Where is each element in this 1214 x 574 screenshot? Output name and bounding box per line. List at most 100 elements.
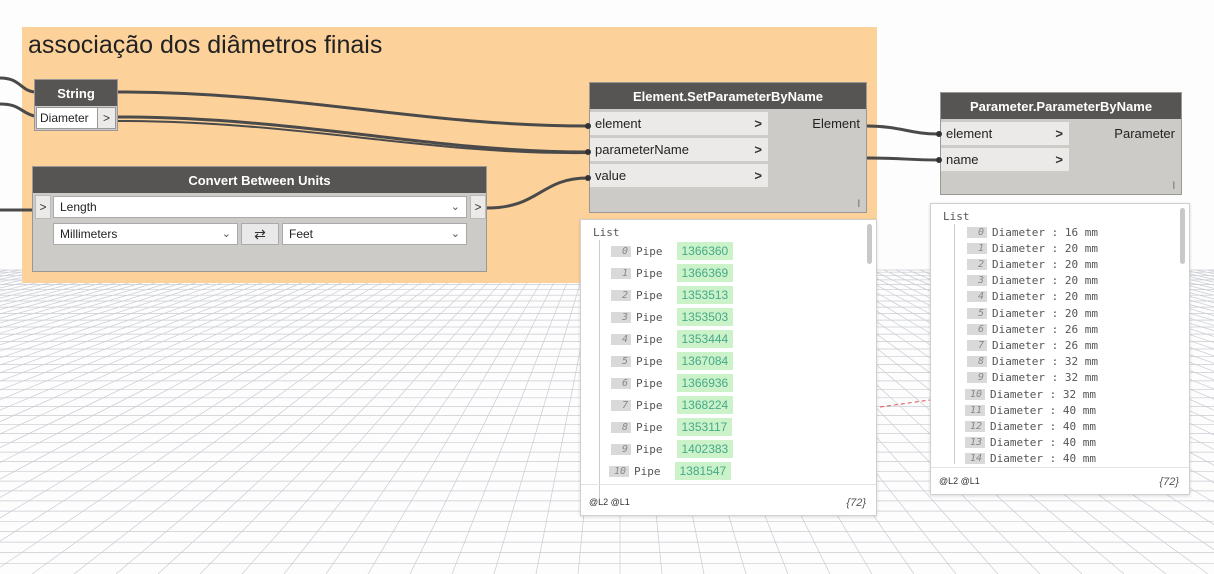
element-type: Pipe <box>636 376 663 390</box>
chevron-right-icon: > <box>1055 126 1063 141</box>
list-index: 14 <box>965 453 985 465</box>
list-index: 1 <box>611 267 631 279</box>
string-output-port[interactable]: > <box>98 107 116 129</box>
string-node-row: > <box>36 107 116 129</box>
list-item: 3 Pipe 1353503 <box>611 308 734 326</box>
chevron-right-icon: > <box>754 116 762 131</box>
group-title[interactable]: associação dos diâmetros finais <box>28 31 382 60</box>
list-item: 4 Diameter : 20 mm <box>967 289 1098 305</box>
element-id: 1353503 <box>676 308 734 326</box>
list-item: 9 Diameter : 32 mm <box>967 370 1098 386</box>
element-type: Pipe <box>636 244 663 258</box>
parameter-value: Diameter : 26 mm <box>992 322 1098 336</box>
list-index: 3 <box>611 311 631 323</box>
parameter-preview-panel[interactable]: List 0 Diameter : 16 mm 1 Diameter : 20 mm 2… <box>930 203 1190 495</box>
element-id: 1381547 <box>674 462 732 480</box>
parameter-value: Diameter : 32 mm <box>990 387 1096 401</box>
element-type: Pipe <box>636 332 663 346</box>
parameter-value: Diameter : 20 mm <box>992 306 1098 320</box>
convert-between-units-node[interactable]: Convert Between Units > Length ⌄ > Milli… <box>32 166 487 272</box>
list-item: 7 Diameter : 26 mm <box>967 337 1098 353</box>
element-type: Pipe <box>636 354 663 368</box>
to-unit-dropdown[interactable]: Feet ⌄ <box>282 223 467 245</box>
from-unit-dropdown[interactable]: Millimeters ⌄ <box>53 223 238 245</box>
list-index: 10 <box>609 465 629 477</box>
list-tree-line <box>954 224 955 464</box>
list-item: 10 Pipe 1381547 <box>609 462 732 480</box>
list-item: 1 Pipe 1366369 <box>611 264 734 282</box>
parambyname-input-element[interactable]: element > <box>941 122 1069 146</box>
port-label: element <box>946 126 993 141</box>
preview-scrollbar[interactable] <box>1180 208 1185 264</box>
parameter-value: Diameter : 20 mm <box>992 274 1098 288</box>
graph-canvas[interactable]: associação dos diâmetros finais String >… <box>0 0 1214 574</box>
list-item: 1 Diameter : 20 mm <box>967 240 1098 256</box>
parameter-value: Diameter : 32 mm <box>992 355 1098 369</box>
list-item: 3 Diameter : 20 mm <box>967 273 1098 289</box>
parameter-by-name-node[interactable]: Parameter.ParameterByName element > name… <box>940 92 1182 195</box>
parameter-value: Diameter : 40 mm <box>990 436 1096 450</box>
chevron-right-icon: > <box>754 168 762 183</box>
element-type: Pipe <box>636 266 663 280</box>
list-index: 0 <box>967 226 987 238</box>
list-count: {72} <box>846 497 866 509</box>
convert-output-port[interactable]: > <box>470 195 486 219</box>
convert-input-port[interactable]: > <box>35 195 51 219</box>
element-id: 1353513 <box>676 286 734 304</box>
preview-separator <box>931 467 1189 468</box>
list-levels: @L2 @L1 <box>589 497 630 507</box>
lacing-indicator: l <box>1172 181 1175 192</box>
list-item: 13 Diameter : 40 mm <box>965 435 1096 451</box>
setparam-input-element[interactable]: element > <box>590 112 768 136</box>
element-type: Pipe <box>636 288 663 302</box>
preview-scrollbar[interactable] <box>867 224 872 264</box>
element-id: 1367084 <box>676 352 734 370</box>
list-item: 8 Diameter : 32 mm <box>967 354 1098 370</box>
list-index: 2 <box>611 289 631 301</box>
element-type: Pipe <box>634 464 661 478</box>
setparam-input-value[interactable]: value > <box>590 164 768 188</box>
set-parameter-by-name-node[interactable]: Element.SetParameterByName element > par… <box>589 82 867 213</box>
list-index: 5 <box>967 307 987 319</box>
port-label: value <box>595 168 627 183</box>
parambyname-output-parameter[interactable]: Parameter <box>1114 126 1175 141</box>
swap-icon: ⇄ <box>254 225 266 242</box>
element-id: 1366936 <box>676 374 734 392</box>
parameter-value: Diameter : 40 mm <box>990 403 1096 417</box>
list-index: 3 <box>967 275 987 287</box>
list-item: 14 Diameter : 40 mm <box>965 451 1096 467</box>
string-node-title: String <box>35 80 117 106</box>
port-dot <box>585 175 591 181</box>
element-type: Pipe <box>636 398 663 412</box>
list-index: 8 <box>611 421 631 433</box>
element-type: Pipe <box>636 420 663 434</box>
element-preview-panel[interactable]: List 0 Pipe 1366360 1 Pipe 1366369 2 Pipe 135351… <box>580 219 877 516</box>
setparam-input-parametername[interactable]: parameterName > <box>590 138 768 162</box>
parambyname-input-name[interactable]: name > <box>941 148 1069 172</box>
list-item: 7 Pipe 1368224 <box>611 396 734 414</box>
list-index: 8 <box>967 356 987 368</box>
list-index: 6 <box>967 323 987 335</box>
element-type: Pipe <box>636 310 663 324</box>
conversion-type-dropdown[interactable]: Length ⌄ <box>53 196 467 218</box>
list-index: 4 <box>611 333 631 345</box>
chevron-down-icon: ⌄ <box>450 201 460 213</box>
string-value-input[interactable] <box>36 107 98 129</box>
setparam-output-element[interactable]: Element <box>812 116 860 131</box>
parameter-value: Diameter : 16 mm <box>992 225 1098 239</box>
chevron-right-icon: > <box>1055 152 1063 167</box>
list-item: 8 Pipe 1353117 <box>611 418 733 436</box>
element-id: 1402383 <box>676 440 734 458</box>
list-index: 4 <box>967 291 987 303</box>
list-item: 5 Pipe 1367084 <box>611 352 734 370</box>
list-index: 0 <box>611 245 631 257</box>
port-dot <box>936 131 942 137</box>
string-node[interactable]: String > <box>34 79 118 131</box>
list-index: 12 <box>965 420 985 432</box>
element-id: 1353444 <box>676 330 734 348</box>
swap-units-button[interactable]: ⇄ <box>241 223 279 245</box>
parameter-value: Diameter : 40 mm <box>990 452 1096 466</box>
list-item: 6 Pipe 1366936 <box>611 374 734 392</box>
preview-list-title: List <box>593 226 620 239</box>
port-label: name <box>946 152 979 167</box>
